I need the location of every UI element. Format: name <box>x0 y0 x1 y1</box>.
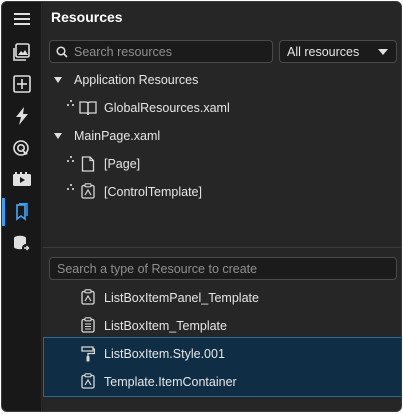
template-icon <box>81 373 95 389</box>
resource-type-item-selected[interactable]: Template.ItemContainer <box>43 370 401 394</box>
target-icon[interactable] <box>2 134 42 162</box>
tree-item-globalresources[interactable]: GlobalResources.xaml <box>43 96 401 120</box>
assets-icon[interactable] <box>2 38 42 66</box>
tree-group-label: Application Resources <box>74 73 199 87</box>
add-box-icon[interactable] <box>2 70 42 98</box>
tree-group-mainpage[interactable]: MainPage.xaml <box>43 124 401 148</box>
tree-item-controltemplate[interactable]: [ControlTemplate] <box>43 180 401 204</box>
template-icon <box>81 183 95 199</box>
create-resource-input[interactable] <box>50 258 396 279</box>
tree-connector-icon <box>67 156 75 164</box>
resource-filter-dropdown[interactable]: All resources <box>279 40 397 63</box>
data-icon[interactable] <box>2 230 42 258</box>
section-divider <box>43 247 401 248</box>
resource-type-label: ListBoxItem_Template <box>104 319 227 333</box>
tree-item-label: GlobalResources.xaml <box>104 101 230 115</box>
tree-connector-icon <box>67 184 75 192</box>
tree-item-label: [ControlTemplate] <box>104 185 202 199</box>
filter-selected-value: All resources <box>287 44 360 59</box>
resources-icon[interactable] <box>2 198 42 226</box>
search-box[interactable] <box>49 40 273 63</box>
page-icon <box>81 156 95 172</box>
tree-group-label: MainPage.xaml <box>74 129 161 143</box>
chevron-down-icon <box>378 49 388 55</box>
template-icon <box>81 289 95 305</box>
expanded-caret-icon <box>54 133 62 139</box>
resources-panel: Resources All resources Application Reso… <box>43 2 401 411</box>
tree-item-label: [Page] <box>104 157 141 171</box>
book-icon <box>79 101 97 116</box>
panel-title: Resources <box>51 9 123 25</box>
tool-rail <box>2 2 42 411</box>
resource-type-item[interactable]: ListBoxItem_Template <box>43 314 401 338</box>
tree-item-page[interactable]: [Page] <box>43 152 401 176</box>
media-icon[interactable] <box>2 166 42 194</box>
resources-window: Resources All resources Application Reso… <box>1 1 402 412</box>
resource-type-item-selected[interactable]: ListBoxItem.Style.001 <box>43 342 401 366</box>
search-input[interactable] <box>74 44 264 59</box>
resource-type-label: Template.ItemContainer <box>104 375 237 389</box>
menu-icon[interactable] <box>2 5 42 33</box>
search-icon <box>56 45 68 58</box>
lightning-icon[interactable] <box>2 102 42 130</box>
style-brush-icon <box>81 346 95 362</box>
template-list-icon <box>81 317 95 333</box>
tree-connector-icon <box>67 100 75 108</box>
expanded-caret-icon <box>54 77 62 83</box>
resource-type-item[interactable]: ListBoxItemPanel_Template <box>43 286 401 310</box>
tree-group-application-resources[interactable]: Application Resources <box>43 68 401 92</box>
resource-type-label: ListBoxItem.Style.001 <box>104 347 225 361</box>
resource-type-label: ListBoxItemPanel_Template <box>104 291 259 305</box>
create-resource-box[interactable] <box>49 257 397 280</box>
